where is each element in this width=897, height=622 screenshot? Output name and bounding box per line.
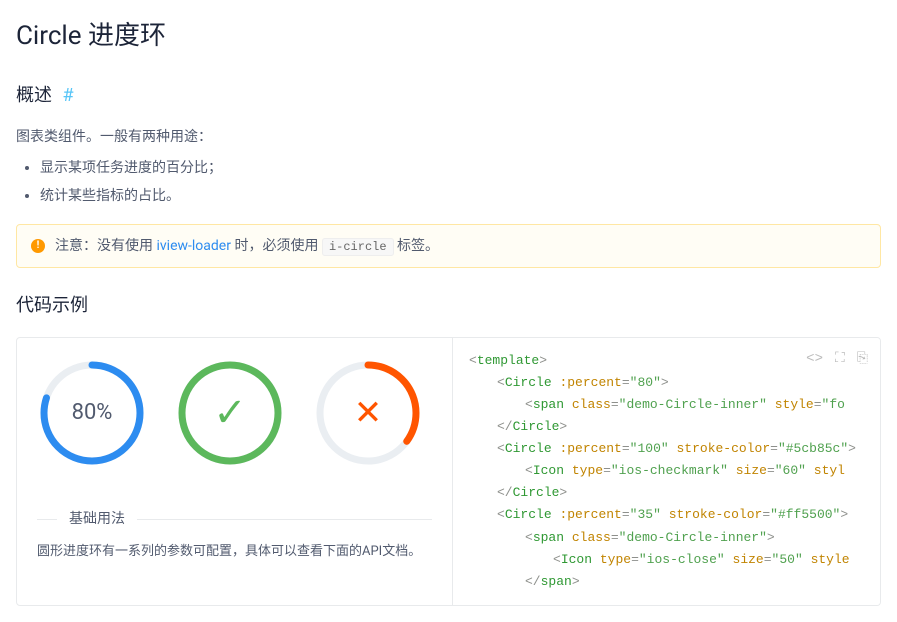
demo-title-text: 基础用法 <box>57 511 137 527</box>
alert-text: 注意：没有使用 iview-loader 时，必须使用 i-circle 标签。 <box>55 235 439 257</box>
alert-code: i-circle <box>322 238 394 256</box>
code-line: </span> <box>469 571 864 593</box>
code-line: <Circle :percent="100" stroke-color="#5c… <box>469 438 864 460</box>
expand-icon[interactable]: ⛶ <box>835 348 845 372</box>
progress-circle: ✕ <box>313 358 423 468</box>
warning-alert: ! 注意：没有使用 iview-loader 时，必须使用 i-circle 标… <box>16 224 881 268</box>
code-line: <Circle :percent="35" stroke-color="#ff5… <box>469 504 864 526</box>
overview-heading-text: 概述 <box>16 85 52 106</box>
check-icon: ✓ <box>213 381 247 445</box>
copy-icon[interactable]: ⎘ <box>857 348 868 372</box>
circle-percent-text: 80% <box>72 395 113 430</box>
code-line: <template> <box>469 350 864 372</box>
view-code-icon[interactable]: <> <box>806 348 823 372</box>
overview-heading: 概述 # <box>16 82 881 111</box>
warning-icon: ! <box>31 239 45 253</box>
overview-intro: 图表类组件。一般有两种用途： <box>16 126 881 148</box>
list-item: 显示某项任务进度的百分比； <box>40 157 881 179</box>
code-line: </Circle> <box>469 482 864 504</box>
progress-circle: 80% <box>37 358 147 468</box>
overview-bullets: 显示某项任务进度的百分比； 统计某些指标的占比。 <box>40 157 881 208</box>
examples-heading: 代码示例 <box>16 292 881 321</box>
circle-center: ✕ <box>313 358 423 468</box>
code-line: <Circle :percent="80"> <box>469 372 864 394</box>
circles-container: 80% ✓ ✕ <box>37 358 432 468</box>
close-icon: ✕ <box>354 386 383 440</box>
demo-card: 80% ✓ ✕ 基础用法 圆形进度环有一系列的参数可配置，具体可以查看下面的AP… <box>16 337 881 606</box>
code-line: <span class="demo-Circle-inner" style="f… <box>469 394 864 416</box>
demo-description: 圆形进度环有一系列的参数可配置，具体可以查看下面的API文档。 <box>37 542 432 563</box>
progress-circle: ✓ <box>175 358 285 468</box>
code-toolbar: <> ⛶ ⎘ <box>806 348 868 372</box>
circle-center: 80% <box>37 358 147 468</box>
alert-mid: 时，必须使用 <box>234 238 318 254</box>
code-line: </Circle> <box>469 416 864 438</box>
page-title: Circle 进度环 <box>16 16 881 58</box>
code-line: <Icon type="ios-checkmark" size="60" sty… <box>469 460 864 482</box>
list-item: 统计某些指标的占比。 <box>40 185 881 207</box>
code-line: <Icon type="ios-close" size="50" style <box>469 549 864 571</box>
demo-preview: 80% ✓ ✕ 基础用法 圆形进度环有一系列的参数可配置，具体可以查看下面的AP… <box>17 338 453 605</box>
circle-center: ✓ <box>175 358 285 468</box>
iview-loader-link[interactable]: iview-loader <box>156 238 230 254</box>
anchor-link[interactable]: # <box>62 85 73 106</box>
alert-suffix: 标签。 <box>397 238 439 254</box>
demo-title-row: 基础用法 <box>37 508 432 530</box>
alert-prefix: 注意：没有使用 <box>55 238 153 254</box>
code-line: <span class="demo-Circle-inner"> <box>469 527 864 549</box>
demo-code: <> ⛶ ⎘ <template> <Circle :percent="80">… <box>453 338 880 605</box>
